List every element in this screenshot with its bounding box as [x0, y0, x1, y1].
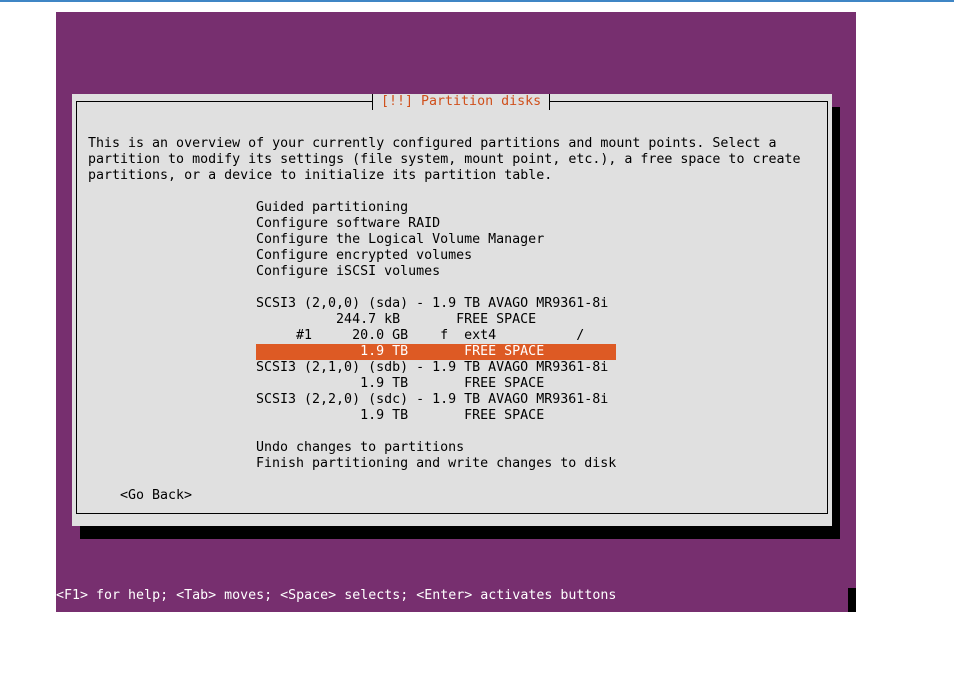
partition-dialog: [!!] Partition disks This is an overview… — [72, 94, 832, 526]
sda-free-space-1[interactable]: 244.7 kB FREE SPACE — [256, 312, 536, 328]
sdb-free-space[interactable]: 1.9 TB FREE SPACE — [256, 376, 544, 392]
status-bar: <F1> for help; <Tab> moves; <Space> sele… — [56, 588, 617, 603]
sda-free-space-2-selected[interactable]: 1.9 TB FREE SPACE — [256, 344, 616, 360]
go-back-button[interactable]: <Go Back> — [120, 488, 192, 504]
intro-line-3: partitions, or a device to initialize it… — [88, 168, 553, 183]
intro-line-1: This is an overview of your currently co… — [88, 136, 777, 151]
sda-partition-1[interactable]: #1 20.0 GB f ext4 / — [256, 328, 584, 344]
menu-configure-raid[interactable]: Configure software RAID — [256, 216, 440, 232]
menu-guided-partitioning[interactable]: Guided partitioning — [256, 200, 408, 216]
disk-sdb[interactable]: SCSI3 (2,1,0) (sdb) - 1.9 TB AVAGO MR936… — [256, 360, 608, 376]
undo-changes[interactable]: Undo changes to partitions — [256, 440, 464, 456]
menu-configure-iscsi[interactable]: Configure iSCSI volumes — [256, 264, 440, 280]
menu-configure-lvm[interactable]: Configure the Logical Volume Manager — [256, 232, 544, 248]
finish-partitioning[interactable]: Finish partitioning and write changes to… — [256, 456, 616, 472]
disk-sdc[interactable]: SCSI3 (2,2,0) (sdc) - 1.9 TB AVAGO MR936… — [256, 392, 608, 408]
disk-sda[interactable]: SCSI3 (2,0,0) (sda) - 1.9 TB AVAGO MR936… — [256, 296, 608, 312]
menu-configure-encrypted[interactable]: Configure encrypted volumes — [256, 248, 472, 264]
installer-screen: [!!] Partition disks This is an overview… — [56, 12, 856, 612]
intro-line-2: partition to modify its settings (file s… — [88, 152, 801, 167]
dialog-title: [!!] Partition disks — [372, 94, 551, 110]
sdc-free-space[interactable]: 1.9 TB FREE SPACE — [256, 408, 544, 424]
status-bar-cursor — [848, 588, 856, 612]
window-top-line — [0, 0, 954, 2]
